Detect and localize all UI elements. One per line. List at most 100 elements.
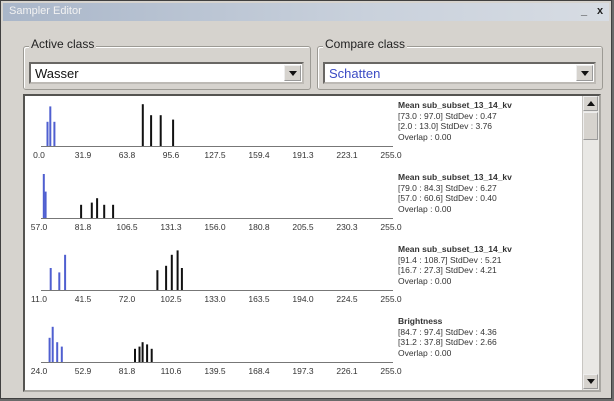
tick-label: 255.0: [380, 366, 402, 376]
tick-label: 226.1: [336, 366, 358, 376]
overlap-value: Overlap : 0.00: [398, 131, 452, 142]
vertical-scrollbar[interactable]: [582, 96, 599, 390]
window-title: Sampler Editor: [9, 5, 82, 17]
overlap-value: Overlap : 0.00: [398, 347, 452, 358]
tick-label: 224.5: [336, 294, 358, 304]
active-class-bar: [42, 174, 45, 218]
x-axis-ticks: 11.0 41.5 72.0 102.5 133.0 163.5 194.0 224.5 255…: [25, 294, 402, 306]
compare-class-bar: [134, 348, 136, 362]
histogram-row: 57.0 81.8 106.5 131.3 156.0 180.8 205.5 230.3 25…: [25, 172, 581, 244]
class-statistics: Mean sub_subset_13_14_kv [73.0 : 97.0] St…: [398, 100, 580, 142]
histogram-row: 24.0 52.9 81.8 110.6 139.5 168.4 197.3 226.1 255…: [25, 316, 581, 388]
tick-label: 81.8: [118, 366, 136, 376]
histogram-row: 0.0 31.9 63.8 95.6 127.5 159.4 191.3 223.1 255.0…: [25, 100, 581, 172]
tick-label: 106.5: [116, 222, 138, 232]
compare-class-bar: [138, 346, 141, 362]
tick-label: 102.5: [160, 294, 182, 304]
active-class-bar: [49, 106, 52, 146]
compare-class-bar: [80, 204, 83, 218]
tick-label: 168.4: [248, 366, 270, 376]
x-axis-ticks: 0.0 31.9 63.8 95.6 127.5 159.4 191.3 223.1 255.0: [25, 150, 402, 162]
tick-label: 197.3: [292, 366, 314, 376]
tick-label: 95.6: [162, 150, 180, 160]
class-statistics: Mean sub_subset_13_14_kv [79.0 : 84.3] St…: [398, 172, 580, 214]
active-class-bar: [58, 272, 61, 290]
tick-label: 81.8: [74, 222, 92, 232]
tick-label: 255.0: [380, 222, 402, 232]
tick-label: 127.5: [204, 150, 226, 160]
class-statistics: Brightness [84.7 : 97.4] StdDev : 4.36 [31…: [398, 316, 580, 358]
active-class-bar: [56, 342, 59, 362]
tick-label: 0.0: [33, 150, 45, 160]
feature-name: Mean sub_subset_13_14_kv: [398, 244, 512, 254]
x-axis-ticks: 57.0 81.8 106.5 131.3 156.0 180.8 205.5 230.3 25…: [25, 222, 402, 234]
x-axis-line: [41, 290, 393, 291]
active-class-bar: [51, 326, 54, 362]
tick-label: 72.0: [118, 294, 136, 304]
range-stddev: [91.4 : 108.7] StdDev : 5.21: [398, 254, 502, 265]
feature-name: Mean sub_subset_13_14_kv: [398, 100, 512, 110]
chevron-down-icon[interactable]: [576, 65, 593, 81]
active-class-bar: [64, 254, 67, 290]
active-class-label: Active class: [29, 37, 97, 51]
compare-class-bar: [170, 254, 173, 290]
tick-label: 230.3: [336, 222, 358, 232]
histogram-chart: [42, 174, 115, 218]
histogram-chart: [49, 250, 183, 290]
tick-label: 57.0: [30, 222, 48, 232]
compare-class-bar: [159, 115, 162, 146]
chevron-down-icon[interactable]: [284, 65, 301, 81]
tick-label: 131.3: [160, 222, 182, 232]
range-stddev: [84.7 : 97.4] StdDev : 4.36: [398, 326, 497, 337]
feature-name: Mean sub_subset_13_14_kv: [398, 172, 512, 182]
tick-label: 156.0: [204, 222, 226, 232]
tick-label: 205.5: [292, 222, 314, 232]
scroll-down-button[interactable]: [583, 374, 598, 389]
tick-label: 133.0: [204, 294, 226, 304]
scroll-up-button[interactable]: [583, 96, 598, 111]
compare-class-value: Schatten: [329, 66, 381, 81]
active-class-bar: [48, 337, 51, 362]
active-class-select[interactable]: Wasser: [29, 62, 304, 84]
tick-label: 180.8: [248, 222, 270, 232]
tick-label: 194.0: [292, 294, 314, 304]
tick-label: 41.5: [74, 294, 92, 304]
tick-label: 110.6: [160, 366, 182, 376]
compare-class-bar: [96, 198, 99, 218]
active-class-bar: [44, 191, 47, 218]
minimize-button[interactable]: _: [577, 5, 591, 18]
range-stddev: [57.0 : 60.6] StdDev : 0.40: [398, 193, 497, 203]
tick-label: 11.0: [31, 294, 47, 304]
compare-class-bar: [150, 348, 153, 362]
active-class-bar: [53, 121, 56, 146]
compare-class-bar: [90, 202, 93, 218]
tick-label: 24.0: [30, 366, 48, 376]
tick-label: 52.9: [74, 366, 92, 376]
compare-class-bar: [156, 270, 159, 290]
x-axis-ticks: 24.0 52.9 81.8 110.6 139.5 168.4 197.3 226.1 255…: [25, 366, 402, 378]
x-axis-line: [41, 218, 393, 219]
scroll-thumb[interactable]: [583, 112, 598, 140]
tick-label: 223.1: [336, 150, 358, 160]
compare-class-label: Compare class: [323, 37, 408, 51]
active-class-value: Wasser: [35, 66, 79, 81]
range-stddev: [79.0 : 84.3] StdDev : 6.27: [398, 182, 497, 193]
tick-label: 139.5: [204, 366, 226, 376]
range-stddev: [73.0 : 97.0] StdDev : 0.47: [398, 110, 497, 121]
x-axis-line: [41, 362, 393, 363]
x-axis-line: [41, 146, 393, 147]
active-class-bar: [46, 121, 49, 146]
title-bar[interactable]: Sampler Editor _ x: [3, 3, 609, 21]
tick-label: 191.3: [292, 150, 314, 160]
active-class-bar: [60, 346, 63, 362]
sampler-editor-window: Sampler Editor _ x Active class Wasser C…: [0, 0, 612, 399]
compare-class-select[interactable]: Schatten: [323, 62, 596, 84]
histogram-chart: [48, 326, 153, 362]
tick-label: 255.0: [380, 150, 402, 160]
compare-class-bar: [150, 115, 153, 146]
compare-class-bar: [141, 104, 144, 146]
tick-label: 255.0: [380, 294, 402, 304]
close-button[interactable]: x: [593, 5, 607, 18]
overlap-value: Overlap : 0.00: [398, 203, 452, 214]
compare-class-bar: [176, 250, 179, 290]
